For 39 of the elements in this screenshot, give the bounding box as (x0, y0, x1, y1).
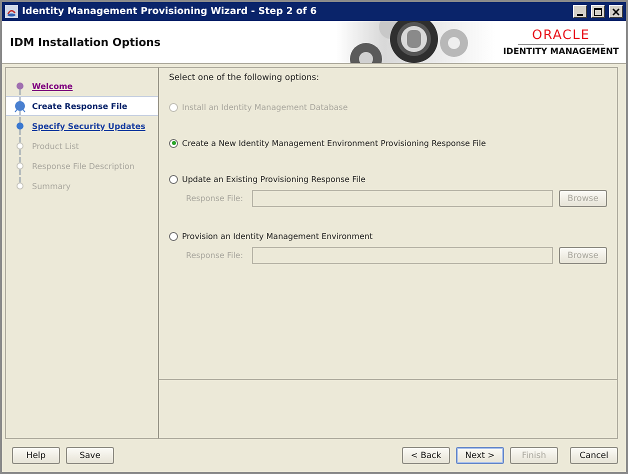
step-label: Create Response File (32, 102, 128, 110)
wizard-step[interactable]: Specify Security Updates (6, 116, 158, 136)
step-node-icon (14, 157, 26, 175)
field-label: Response File: (186, 194, 244, 203)
logo-product: IDENTITY MANAGEMENT (503, 46, 619, 56)
minimize-icon (577, 14, 583, 16)
logo-brand: ORACLE (518, 28, 604, 44)
app-icon (5, 5, 18, 18)
close-button[interactable] (609, 5, 623, 18)
instruction-text: Select one of the following options: (169, 73, 320, 83)
option-label: Create a New Identity Management Environment Provisioning Response File (182, 138, 486, 148)
radio-button[interactable] (169, 138, 178, 148)
maximize-icon (594, 8, 602, 16)
step-node-icon (14, 117, 26, 135)
radio-button[interactable] (169, 232, 178, 240)
step-label: Product List (32, 142, 79, 150)
wizard-step[interactable]: Welcome (6, 76, 158, 96)
step-label: Specify Security Updates (32, 122, 146, 130)
footer-button[interactable]: Help (12, 447, 60, 464)
maximize-button[interactable] (591, 5, 605, 18)
option-label: Update an Existing Provisioning Response File (182, 174, 366, 184)
page-title: IDM Installation Options (9, 36, 162, 48)
close-icon (612, 8, 620, 16)
step-label: Summary (32, 182, 71, 190)
wizard-step[interactable]: Create Response File (6, 96, 158, 116)
footer-button[interactable]: Next > (456, 447, 504, 464)
option-label: Install an Identity Management Database (182, 102, 348, 112)
footer-button[interactable]: Cancel (570, 447, 618, 464)
step-node-icon (14, 137, 26, 155)
footer-button[interactable]: < Back (402, 447, 450, 464)
step-label: Welcome (32, 82, 73, 90)
minimize-button[interactable] (573, 5, 587, 18)
radio-button[interactable] (169, 174, 178, 184)
window-title: Identity Management Provisioning Wizard - Step 2 of 6 (22, 6, 318, 17)
step-node-icon (14, 97, 26, 115)
footer-button[interactable]: Save (66, 447, 114, 464)
step-label: Response File Description (32, 162, 134, 170)
field-label: Response File: (186, 251, 244, 260)
option-label: Provision an Identity Management Environment (182, 232, 373, 240)
